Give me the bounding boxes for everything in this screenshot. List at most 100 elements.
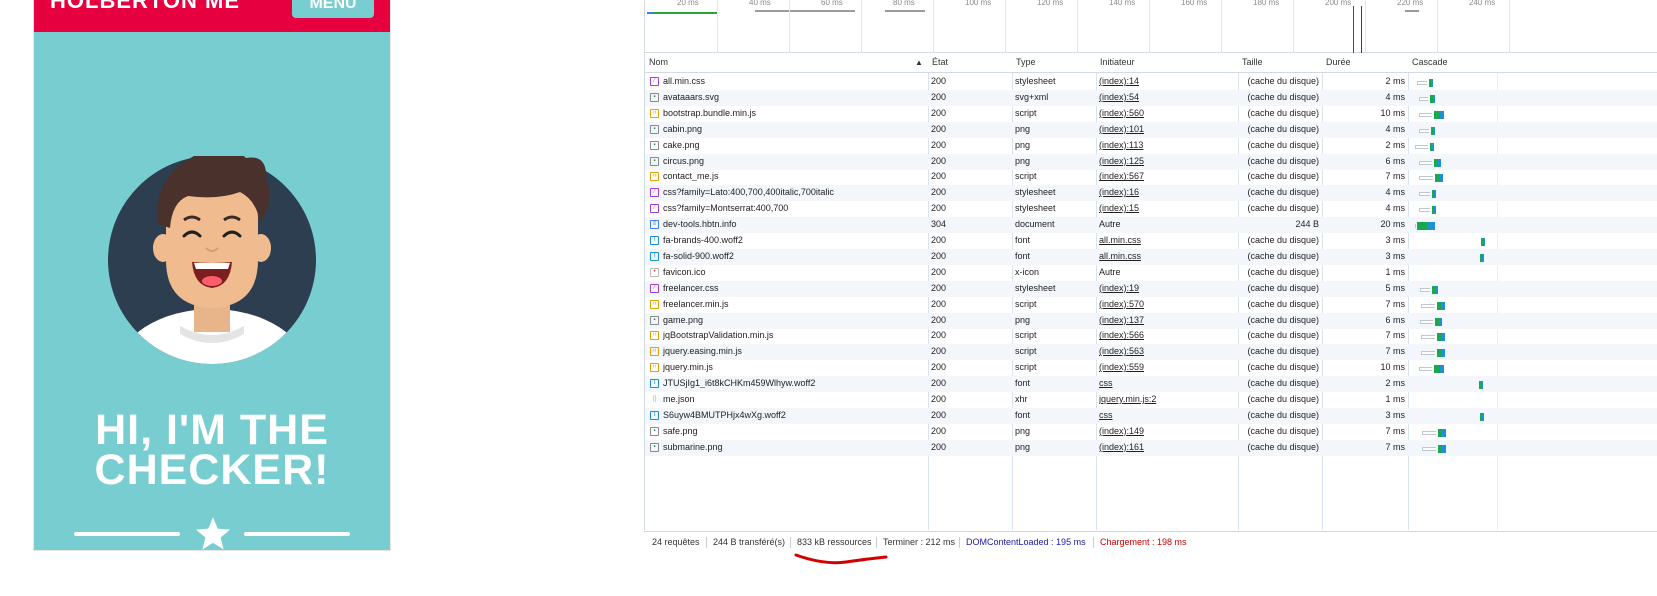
table-row[interactable]: ▪ game.png 200 png (index):137 (cache du disq… xyxy=(645,312,1657,329)
cell-initiator[interactable]: (index):15 xyxy=(1099,203,1235,213)
cell-name: bootstrap.bundle.min.js xyxy=(663,107,757,118)
script-icon: ‹› xyxy=(650,172,659,182)
table-row[interactable]: ▪ avataaars.svg 200 svg+xml (index):54 (cache… xyxy=(645,89,1657,106)
cell-initiator[interactable]: all.min.css xyxy=(1099,251,1235,261)
table-row[interactable]: ▪ safe.png 200 png (index):149 (cache du disq… xyxy=(645,424,1657,440)
cell-initiator[interactable]: (index):149 xyxy=(1099,426,1235,436)
cell-initiator[interactable]: (index):19 xyxy=(1099,283,1235,293)
table-row[interactable]: ‹› contact_me.js 200 script (index):567 (cach… xyxy=(645,169,1657,185)
cell-initiator[interactable]: (index):16 xyxy=(1099,187,1235,197)
table-row[interactable]: ⁄ css?family=Montserrat:400,700 200 stylesh… xyxy=(645,201,1657,217)
waterfall-waiting-bar xyxy=(1419,192,1430,197)
cell-status: 200 xyxy=(931,203,947,214)
cell-initiator[interactable]: (index):560 xyxy=(1099,108,1235,118)
cell-initiator[interactable]: (index):137 xyxy=(1099,315,1235,325)
timeline-gridline xyxy=(1365,0,1366,53)
timeline-overview[interactable]: 20 ms 40 ms 60 ms 80 ms 100 ms 120 ms 140 ms 16… xyxy=(644,0,1657,53)
header-name[interactable]: Nom xyxy=(649,57,668,67)
table-row[interactable]: ‹› jqBootstrapValidation.min.js 200 script (… xyxy=(645,328,1657,344)
cell-initiator[interactable]: (index):101 xyxy=(1099,124,1235,134)
header-time[interactable]: Durée xyxy=(1326,57,1351,67)
cell-initiator[interactable]: (index):161 xyxy=(1099,442,1235,452)
cell-size: (cache du disque) xyxy=(1247,441,1319,452)
cell-initiator[interactable]: (index):570 xyxy=(1099,299,1235,309)
header-size[interactable]: Taille xyxy=(1242,57,1263,67)
table-row[interactable]: ⁄ all.min.css 200 stylesheet (index):14 (cach… xyxy=(645,74,1657,90)
request-count: 24 requêtes xyxy=(652,537,700,547)
cell-initiator[interactable]: (index):559 xyxy=(1099,362,1235,372)
cell-initiator[interactable]: css xyxy=(1099,410,1235,420)
site-brand[interactable]: HOLBERTON ME xyxy=(50,0,240,14)
hero-title: HI, I'M THE CHECKER! xyxy=(34,409,390,494)
cell-size: (cache du disque) xyxy=(1247,362,1319,373)
timeline-tick-label: 240 ms xyxy=(1469,0,1496,7)
cell-name: contact_me.js xyxy=(663,171,719,182)
table-row[interactable]: {} me.json 200 xhr jquery.min.js:2 (cache du … xyxy=(645,392,1657,408)
table-row[interactable]: ▪ circus.png 200 png (index):125 (cache du di… xyxy=(645,153,1657,170)
cell-status: 200 xyxy=(931,91,947,102)
table-row[interactable]: • favicon.ico 200 x-icon Autre (cache du disq… xyxy=(645,265,1657,281)
waterfall-content-bar xyxy=(1434,206,1437,215)
header-waterfall[interactable]: Cascade xyxy=(1412,57,1448,67)
table-row[interactable]: ▪ cake.png 200 png (index):113 (cache du disq… xyxy=(645,138,1657,154)
cell-initiator[interactable]: (index):563 xyxy=(1099,346,1235,356)
menu-button[interactable]: MENU xyxy=(292,0,374,18)
table-row[interactable]: ‹› jquery.min.js 200 script (index):559 (cach… xyxy=(645,360,1657,376)
sort-ascending-icon[interactable]: ▲ xyxy=(915,58,923,67)
cell-time: 4 ms xyxy=(1385,187,1405,198)
waterfall-waiting-bar xyxy=(1419,160,1433,165)
cell-status: 304 xyxy=(931,219,947,230)
cell-initiator[interactable]: (index):567 xyxy=(1099,171,1235,181)
table-row[interactable]: Tfa-solid-900.woff2 200 font all.min.css (ca… xyxy=(645,248,1657,265)
table-row[interactable]: ▪ cabin.png 200 png (index):101 (cache du dis… xyxy=(645,121,1657,138)
waterfall-content-bar xyxy=(1431,79,1434,87)
waterfall-waiting-bar xyxy=(1421,335,1435,340)
cell-type: png xyxy=(1015,155,1031,166)
cell-initiator[interactable]: (index):14 xyxy=(1099,76,1235,86)
cell-status: 200 xyxy=(931,107,947,118)
cell-time: 4 ms xyxy=(1385,123,1405,134)
cell-status: 200 xyxy=(931,171,947,182)
header-initiator[interactable]: Initiateur xyxy=(1100,57,1135,67)
waterfall-content-bar xyxy=(1442,428,1446,437)
css-icon: ⁄ xyxy=(650,204,659,214)
cell-initiator[interactable]: (index):54 xyxy=(1099,92,1235,102)
table-row[interactable]: ≡ dev-tools.hbtn.info 304 document Autre 244 … xyxy=(645,217,1657,234)
table-row[interactable]: ‹› bootstrap.bundle.min.js 200 script (index… xyxy=(645,106,1657,122)
table-row[interactable]: Tfa-brands-400.woff2 200 font all.min.css (c… xyxy=(645,233,1657,249)
cell-size: (cache du disque) xyxy=(1247,187,1319,198)
cell-type: xhr xyxy=(1015,394,1028,404)
cell-name: jquery.min.js xyxy=(663,362,713,373)
timeline-tick-label: 220 ms xyxy=(1397,0,1424,7)
table-row[interactable]: ⁄ freelancer.css 200 stylesheet (index):19 (c… xyxy=(645,280,1657,297)
waterfall-content-bar xyxy=(1482,253,1484,262)
table-row[interactable]: ‹› jquery.easing.min.js 200 script (index):5… xyxy=(645,344,1657,361)
hero-title-line-2: CHECKER! xyxy=(94,446,330,494)
waterfall-download-bar xyxy=(1417,222,1427,231)
cell-status: 200 xyxy=(931,235,947,245)
table-row[interactable]: ⁄ css?family=Lato:400,700,400italic,700it… xyxy=(645,185,1657,202)
table-row[interactable]: ▪ submarine.png 200 png (index):161 (cache du… xyxy=(645,439,1657,456)
cell-status: 200 xyxy=(931,155,947,166)
header-type[interactable]: Type xyxy=(1016,57,1036,67)
cell-type: png xyxy=(1015,123,1031,134)
cell-initiator[interactable]: jquery.min.js:2 xyxy=(1099,394,1235,404)
table-row[interactable]: T S6uyw4BMUTPHjx4wXg.woff2 200 font css (cach… xyxy=(645,407,1657,424)
cell-time: 3 ms xyxy=(1385,250,1405,261)
status-separator xyxy=(1093,537,1094,548)
cell-status: 200 xyxy=(931,409,947,420)
cell-name: JTUSjIg1_i6t8kCHKm459Wlhyw.woff2 xyxy=(663,378,816,389)
cell-initiator[interactable]: (index):566 xyxy=(1099,330,1235,340)
cell-initiator[interactable]: all.min.css xyxy=(1099,235,1235,245)
timeline-tick-label: 60 ms xyxy=(821,0,843,7)
timeline-tick-label: 140 ms xyxy=(1109,0,1136,7)
timeline-gridline xyxy=(1149,0,1150,53)
cell-initiator[interactable]: (index):113 xyxy=(1099,140,1235,150)
table-row[interactable]: ‹› freelancer.min.js 200 script (index):570 (… xyxy=(645,297,1657,313)
cell-initiator[interactable]: (index):125 xyxy=(1099,156,1235,166)
cell-type: script xyxy=(1015,346,1037,357)
table-row[interactable]: T JTUSjIg1_i6t8kCHKm459Wlhyw.woff2 200 font… xyxy=(645,376,1657,393)
resources-size: 833 kB ressources xyxy=(797,537,872,547)
cell-initiator[interactable]: css xyxy=(1099,378,1235,388)
header-status[interactable]: État xyxy=(932,57,948,67)
